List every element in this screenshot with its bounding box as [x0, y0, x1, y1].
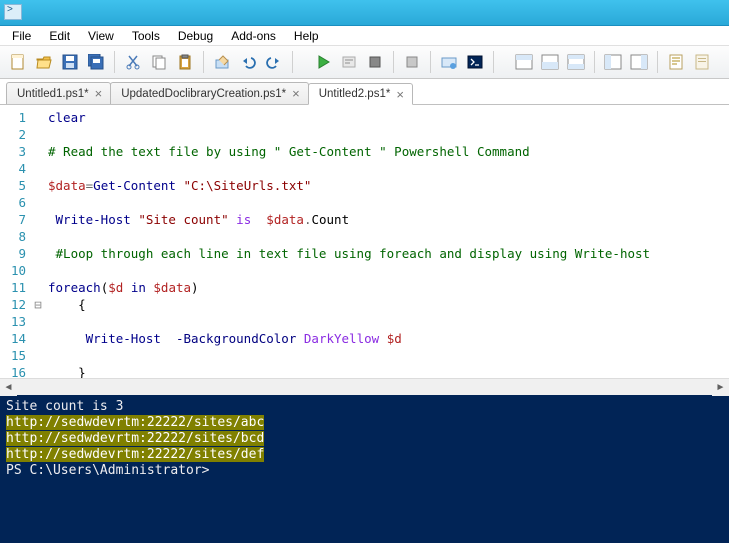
stop-button[interactable] [363, 50, 387, 74]
console-line: http://sedwdevrtm:22222/sites/bcd [6, 431, 723, 447]
code-editor[interactable]: 12345678910111213141516 ⊟ clear # Read t… [0, 105, 729, 378]
menu-addons[interactable]: Add-ons [223, 27, 284, 45]
stop-debugger-button[interactable] [400, 50, 424, 74]
save-all-button[interactable] [84, 50, 108, 74]
menu-edit[interactable]: Edit [41, 27, 78, 45]
run-selection-button[interactable] [337, 50, 361, 74]
tab-updated-doclib[interactable]: UpdatedDoclibraryCreation.ps1* × [110, 82, 309, 104]
console-line: http://sedwdevrtm:22222/sites/def [6, 447, 723, 463]
pane-right-button[interactable] [627, 50, 651, 74]
menu-help[interactable]: Help [286, 27, 327, 45]
clear-button[interactable] [210, 50, 234, 74]
undo-button[interactable] [236, 50, 260, 74]
close-icon[interactable]: × [396, 88, 404, 101]
menu-tools[interactable]: Tools [124, 27, 168, 45]
redo-button[interactable] [262, 50, 286, 74]
tab-label: Untitled1.ps1* [17, 88, 89, 100]
scroll-right-icon[interactable]: ► [712, 379, 729, 396]
toolbar [0, 45, 729, 79]
console-prompt[interactable]: PS C:\Users\Administrator> [6, 463, 723, 479]
scroll-left-icon[interactable]: ◄ [0, 379, 17, 396]
close-icon[interactable]: × [292, 87, 300, 100]
console-line: http://sedwdevrtm:22222/sites/abc [6, 415, 723, 431]
tab-label: UpdatedDoclibraryCreation.ps1* [121, 88, 286, 100]
run-button[interactable] [311, 50, 335, 74]
save-button[interactable] [58, 50, 82, 74]
remote-button[interactable] [437, 50, 461, 74]
menu-view[interactable]: View [80, 27, 122, 45]
show-command-button[interactable] [690, 50, 714, 74]
menu-file[interactable]: File [4, 27, 39, 45]
line-number-gutter: 12345678910111213141516 [0, 105, 32, 378]
tab-untitled2[interactable]: Untitled2.ps1* × [308, 83, 413, 105]
powershell-button[interactable] [463, 50, 487, 74]
layout1-button[interactable] [512, 50, 536, 74]
fold-toggle[interactable]: ⊟ [32, 296, 44, 313]
commands-addon-button[interactable] [664, 50, 688, 74]
pane-left-button[interactable] [601, 50, 625, 74]
layout2-button[interactable] [538, 50, 562, 74]
menu-debug[interactable]: Debug [170, 27, 221, 45]
code-area[interactable]: clear # Read the text file by using " Ge… [44, 105, 729, 378]
copy-button[interactable] [147, 50, 171, 74]
close-icon[interactable]: × [95, 87, 103, 100]
tab-strip: Untitled1.ps1* × UpdatedDoclibraryCreatio… [0, 79, 729, 105]
tab-label: Untitled2.ps1* [319, 88, 391, 100]
layout3-button[interactable] [564, 50, 588, 74]
tab-untitled1[interactable]: Untitled1.ps1* × [6, 82, 111, 104]
title-bar [0, 0, 729, 26]
open-button[interactable] [32, 50, 56, 74]
app-icon [4, 4, 22, 20]
paste-button[interactable] [173, 50, 197, 74]
horizontal-scrollbar[interactable]: ◄ ► [0, 378, 729, 395]
menu-bar: File Edit View Tools Debug Add-ons Help [0, 26, 729, 46]
console-pane[interactable]: Site count is 3 http://sedwdevrtm:22222/… [0, 395, 729, 543]
fold-column: ⊟ [32, 105, 44, 378]
console-line: Site count is 3 [6, 399, 723, 415]
new-button[interactable] [6, 50, 30, 74]
cut-button[interactable] [121, 50, 145, 74]
